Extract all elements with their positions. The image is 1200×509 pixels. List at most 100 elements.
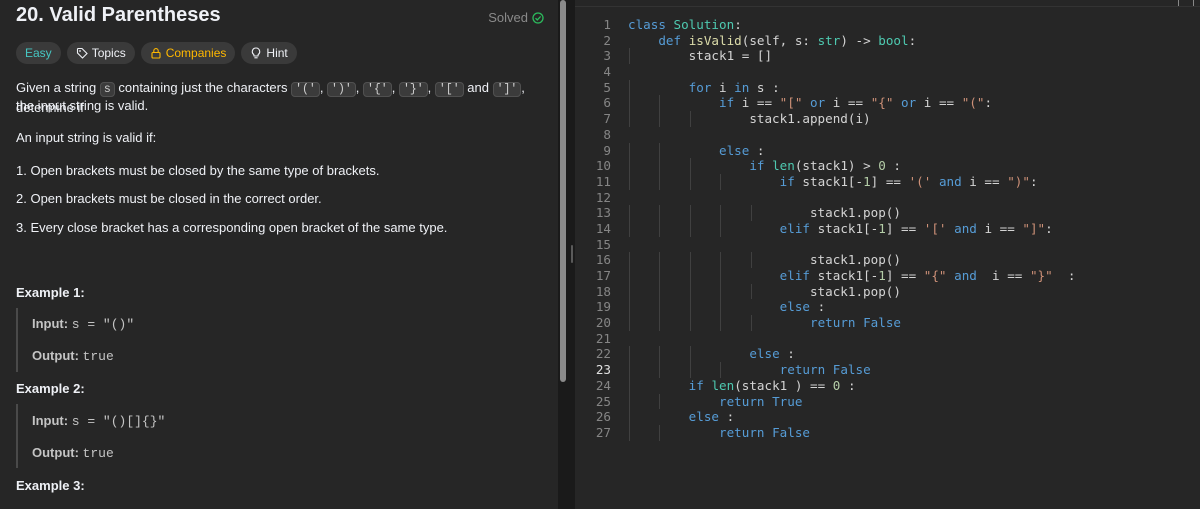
line-number: 20 [595, 315, 611, 331]
code-editor[interactable]: 1 class Solution: 2 def isValid(self, s: s… [575, 0, 1200, 509]
resize-handle[interactable] [571, 245, 573, 263]
indent-guide [629, 173, 630, 190]
problem-panel: 20. Valid Parentheses Solved Easy Topics [0, 0, 558, 509]
rule-1: 1. Open brackets must be closed by the s… [16, 163, 380, 178]
code-area[interactable]: 1 class Solution: 2 def isValid(self, s: s… [575, 17, 1200, 441]
line-text: else : [779, 299, 826, 315]
line-number: 8 [603, 126, 611, 142]
line-number: 23 [595, 362, 611, 378]
code-line[interactable]: 19 else : [575, 299, 1200, 316]
indent-guide [689, 220, 691, 237]
indent-guide [689, 362, 691, 378]
tag-icon [76, 47, 88, 59]
code-line[interactable]: 25 return True [575, 393, 1200, 410]
indent-guide [629, 158, 630, 174]
line-text: stack1.pop() [628, 205, 901, 221]
code-line[interactable]: 1 class Solution: [575, 17, 1200, 33]
code-line[interactable]: 13 stack1.pop() [575, 205, 1200, 221]
indent-guide [720, 220, 722, 237]
line-text: else : [749, 346, 795, 362]
code-line[interactable]: 6 if i == "[" or i == "{" or i == "(": [575, 95, 1200, 112]
code-line[interactable]: 22 else : [575, 346, 1200, 363]
line-number: 14 [595, 220, 611, 236]
code-line[interactable]: 24 if len(stack1 ) == 0 : [575, 377, 1200, 394]
code-line[interactable]: 16 stack1.pop() [575, 252, 1200, 268]
code-line[interactable]: 23 return False [575, 362, 1200, 378]
indent-guide [629, 424, 630, 441]
example-1-input: Input: s = "()" [32, 316, 134, 332]
problem-scrollbar[interactable] [560, 0, 566, 382]
lightbulb-icon [252, 47, 261, 59]
companies-button[interactable]: Companies [140, 42, 236, 64]
line-number: 24 [595, 377, 611, 393]
code-line[interactable]: 7 stack1.append(i) [575, 111, 1200, 127]
code-line[interactable]: 8 [575, 127, 1200, 143]
code-line[interactable]: 11 if stack1[-1] == '(' and i == ")": [575, 173, 1200, 190]
example-2-title: Example 2: [16, 381, 85, 396]
code-line[interactable]: 26 else : [575, 409, 1200, 425]
code-line[interactable]: 4 [575, 64, 1200, 80]
indent-guide [689, 158, 691, 174]
code-line[interactable]: 20 return False [575, 315, 1200, 331]
indent-guide [629, 268, 630, 284]
desc-text: containing just the characters [118, 80, 288, 95]
line-number: 4 [603, 64, 611, 80]
code-line[interactable]: 9 else : [575, 142, 1200, 159]
tag-row: Easy Topics Companies Hint [16, 42, 297, 64]
line-number: 11 [595, 173, 611, 189]
indent-guide [720, 268, 722, 284]
indent-guide [629, 95, 630, 112]
code-line[interactable]: 10 if len(stack1) > 0 : [575, 158, 1200, 174]
indent-guide [689, 252, 691, 268]
code-line[interactable]: 3 stack1 = [] [575, 48, 1200, 65]
indent-guide [659, 393, 661, 410]
indent-guide [629, 409, 630, 425]
indent-guide [629, 377, 630, 394]
hint-button[interactable]: Hint [241, 42, 297, 64]
topics-button[interactable]: Topics [66, 42, 135, 64]
indent-guide [629, 142, 630, 159]
indent-guide [659, 362, 661, 378]
lock-icon [151, 48, 161, 59]
indent-guide [689, 205, 691, 221]
example-2-input: Input: s = "()[]{}" [32, 413, 165, 429]
line-number: 22 [595, 346, 611, 362]
hint-label: Hint [266, 46, 288, 60]
char-chip: '{' [363, 82, 392, 97]
panel-toggle-icon[interactable] [1178, 0, 1194, 6]
indent-guide [629, 220, 630, 237]
output-label: Output: [32, 348, 79, 363]
solved-label: Solved [488, 10, 528, 25]
var-chip: s [99, 82, 115, 97]
code-line[interactable]: 5 for i in s : [575, 79, 1200, 96]
desc-text: and [467, 80, 489, 95]
code-line[interactable]: 21 [575, 331, 1200, 347]
indent-guide [659, 346, 661, 363]
indent-guide [629, 252, 630, 268]
line-text: class Solution: [628, 17, 742, 32]
code-line[interactable]: 14 elif stack1[-1] == '[' and i == "]": [575, 220, 1200, 237]
indent-guide [689, 283, 691, 300]
output-value: true [82, 349, 114, 364]
code-line[interactable]: 17 elif stack1[-1] == "{" and i == "}" : [575, 268, 1200, 284]
line-text: return False [779, 362, 871, 378]
example-1-block-bar [16, 308, 18, 372]
indent-guide [659, 95, 661, 112]
indent-guide [659, 268, 661, 284]
code-line[interactable]: 27 return False [575, 424, 1200, 441]
line-text: return True [719, 393, 803, 409]
code-line[interactable]: 12 [575, 190, 1200, 206]
indent-guide [659, 299, 661, 316]
problem-title[interactable]: 20. Valid Parentheses [16, 4, 221, 27]
line-text: elif stack1[-1] == "{" and i == "}" : [779, 268, 1076, 283]
line-number: 19 [595, 299, 611, 315]
code-line[interactable]: 2 def isValid(self, s: str) -> bool: [575, 33, 1200, 49]
code-line[interactable]: 18 stack1.pop() [575, 283, 1200, 300]
line-text: stack1.pop() [628, 283, 901, 299]
line-text: if len(stack1) > 0 : [749, 158, 902, 174]
rule-3: 3. Every close bracket has a correspondi… [16, 220, 448, 235]
indent-guide [750, 205, 752, 221]
code-line[interactable]: 15 [575, 237, 1200, 253]
input-value: s = "()" [71, 317, 135, 332]
example-3-title: Example 3: [16, 478, 85, 493]
